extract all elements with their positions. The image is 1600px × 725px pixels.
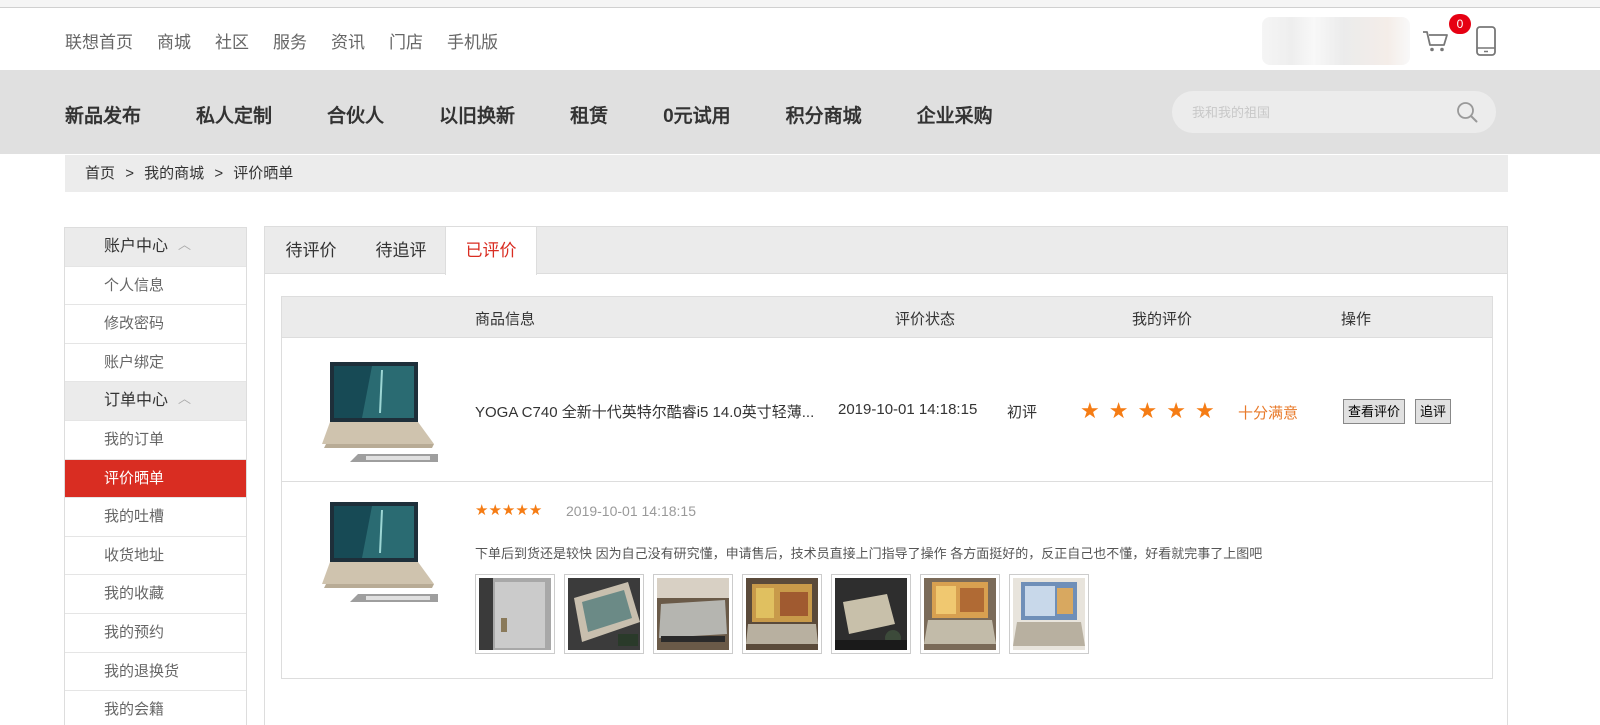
review-text: 下单后到货还是较快 因为自己没有研究懂，申请售后，技术员直接上门指导了操作 各方… [475,546,1263,561]
sidebar-item-change-password[interactable]: 修改密码 [65,305,246,344]
top-link-mall[interactable]: 商城 [157,28,191,53]
top-link-home[interactable]: 联想首页 [65,28,133,53]
review-photo-thumbnail[interactable] [1009,574,1089,654]
star-icon: ★ [1108,398,1129,423]
main-menu: 新品发布 私人定制 合伙人 以旧换新 租赁 0元试用 积分商城 企业采购 [65,101,1048,128]
header-review-status: 评价状态 [895,311,956,328]
menu-free-trial[interactable]: 0元试用 [663,101,731,128]
top-links: 联想首页 商城 社区 服务 资讯 门店 手机版 [65,28,522,53]
top-link-stores[interactable]: 门店 [389,28,423,53]
review-tabs: 待评价 待追评 已评价 [265,227,1507,275]
rating-stars: ★ ★ ★ ★ ★ [1080,400,1215,422]
menu-partner[interactable]: 合伙人 [327,101,384,128]
search-input[interactable] [1192,101,1442,123]
breadcrumb-separator: > [125,165,134,182]
star-icon: ★ [1080,398,1100,423]
review-photo-thumbnail[interactable] [742,574,822,654]
top-nav: 联想首页 商城 社区 服务 资讯 门店 手机版 0 [0,9,1600,70]
star-icon: ★ [488,502,502,519]
chevron-up-icon: ︿ [178,237,192,252]
top-link-mobile[interactable]: 手机版 [447,28,498,53]
sidebar-item-my-orders[interactable]: 我的订单 [65,420,246,460]
review-rating-stars: ★ ★ ★ ★ ★ [475,503,542,518]
sidebar-item-favorites[interactable]: 我的收藏 [65,575,246,614]
tab-reviewed[interactable]: 已评价 [445,227,537,275]
followup-review-button[interactable]: 追评 [1415,399,1452,424]
breadcrumb-home[interactable]: 首页 [85,165,115,182]
review-photo-thumbnail[interactable] [920,574,1000,654]
header-my-review: 我的评价 [1132,311,1193,328]
chevron-up-icon: ︿ [178,391,192,407]
content-panel: 待评价 待追评 已评价 商品信息 评价状态 我的评价 操作 YOGA C740 … [264,226,1508,725]
menu-enterprise[interactable]: 企业采购 [917,101,993,128]
review-detail-time: 2019-10-01 14:18:15 [566,503,696,519]
product-image[interactable] [322,358,440,462]
user-info-blurred[interactable] [1262,17,1410,65]
header-actions: 操作 [1341,311,1372,328]
search-icon[interactable] [1456,101,1478,123]
mobile-phone-icon[interactable] [1475,26,1497,56]
tab-pending-review[interactable]: 待评价 [265,227,357,274]
review-detail-row: ★ ★ ★ ★ ★ 2019-10-01 14:18:15 下单后到货还是较快 … [282,483,1492,679]
sidebar-item-membership[interactable]: 我的会籍 [65,691,246,725]
star-icon: ★ [475,502,489,519]
menu-custom[interactable]: 私人定制 [196,101,272,128]
sidebar-item-addresses[interactable]: 收货地址 [65,536,246,576]
star-icon: ★ [515,502,529,519]
star-icon: ★ [501,502,516,519]
sidebar-section-orders[interactable]: 订单中心 ︿ [65,382,246,421]
sidebar-item-reservations[interactable]: 我的预约 [65,613,246,653]
satisfaction-label: 十分满意 [1238,405,1299,422]
table-header: 商品信息 评价状态 我的评价 操作 [282,297,1492,338]
sidebar-section-title: 订单中心 [104,392,169,410]
menu-points-mall[interactable]: 积分商城 [786,101,862,128]
menu-lease[interactable]: 租赁 [570,101,608,128]
sidebar-item-account-binding[interactable]: 账户绑定 [65,343,246,383]
star-icon: ★ [1194,398,1215,423]
breadcrumb-separator: > [214,165,224,182]
menu-new-release[interactable]: 新品发布 [65,101,141,128]
search-box [1172,91,1496,133]
review-photo-thumbnail[interactable] [475,574,555,654]
breadcrumb: 首页 > 我的商城 > 评价晒单 [65,155,1508,192]
cart-icon[interactable] [1422,29,1450,53]
star-icon: ★ [1137,398,1158,423]
review-status: 初评 [1007,404,1038,421]
review-photos [475,574,1089,654]
view-review-button[interactable]: 查看评价 [1343,399,1406,424]
browser-top-line [0,0,1600,8]
table-row: YOGA C740 全新十代英特尔酷睿i5 14.0英寸轻薄... 2019-1… [282,338,1492,482]
product-image[interactable] [322,498,440,602]
review-photo-thumbnail[interactable] [653,574,733,654]
star-icon: ★ [528,502,543,519]
breadcrumb-my-mall[interactable]: 我的商城 [144,165,204,182]
reviews-table: 商品信息 评价状态 我的评价 操作 YOGA C740 全新十代英特尔酷睿i5 … [281,296,1493,679]
top-link-community[interactable]: 社区 [215,28,249,53]
top-link-news[interactable]: 资讯 [331,28,365,53]
review-photo-thumbnail[interactable] [831,574,911,654]
menu-trade-in[interactable]: 以旧换新 [439,101,515,128]
review-time: 2019-10-01 14:18:15 [838,401,978,418]
star-icon: ★ [1166,398,1186,423]
sidebar-item-complaints[interactable]: 我的吐槽 [65,498,246,537]
breadcrumb-current: 评价晒单 [233,165,294,182]
sidebar-item-returns[interactable]: 我的退换货 [65,652,246,692]
cart-count-badge: 0 [1449,14,1471,34]
product-name[interactable]: YOGA C740 全新十代英特尔酷睿i5 14.0英寸轻薄... [475,401,814,422]
top-link-service[interactable]: 服务 [273,28,307,53]
main-menu-bar: 新品发布 私人定制 合伙人 以旧换新 租赁 0元试用 积分商城 企业采购 [0,70,1600,154]
sidebar-item-reviews[interactable]: 评价晒单 [65,459,246,499]
sidebar: 账户中心 ︿ 个人信息 修改密码 账户绑定 订单中心 ︿ 我的订单 评价晒单 我的吐… [64,227,247,725]
review-photo-thumbnail[interactable] [564,574,644,654]
sidebar-section-account[interactable]: 账户中心 ︿ [65,228,246,267]
sidebar-item-profile[interactable]: 个人信息 [65,266,246,306]
sidebar-section-title: 账户中心 [104,238,169,255]
tab-pending-followup[interactable]: 待追评 [357,227,445,274]
header-product-info: 商品信息 [475,311,536,328]
